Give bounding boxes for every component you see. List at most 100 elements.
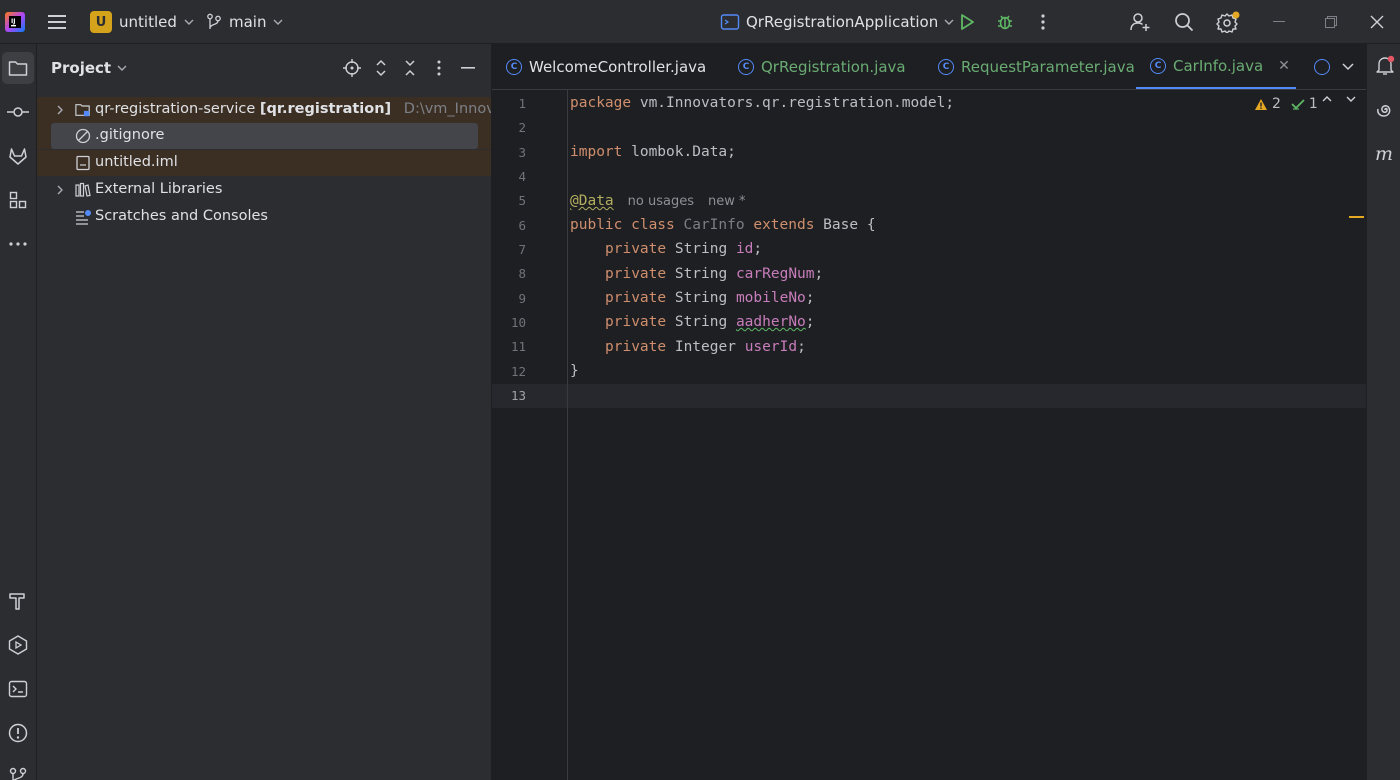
close-tab-icon[interactable]: ✕ [1278, 58, 1290, 74]
close-window-icon[interactable] [1354, 7, 1400, 37]
chevron-right-icon[interactable] [53, 103, 67, 117]
java-class-icon: C [506, 59, 522, 75]
expand-all-icon[interactable] [369, 56, 393, 80]
panel-title: Project [51, 59, 112, 77]
services-run-icon[interactable] [2, 629, 34, 661]
structure-icon[interactable] [2, 184, 34, 216]
run-icon[interactable] [952, 7, 982, 37]
line-number: 9 [518, 291, 526, 306]
tab-label: RequestParameter.java [961, 58, 1135, 76]
line-number: 11 [510, 339, 526, 354]
line-number: 12 [510, 364, 526, 379]
tree-item-scratches[interactable]: Scratches and Consoles [37, 204, 491, 230]
previous-highlight-chevron-up-icon[interactable] [1322, 96, 1332, 102]
run-configuration-selector[interactable]: QrRegistrationApplication [720, 9, 954, 35]
line-number: 5 [518, 193, 526, 208]
tab-overflow-partial[interactable] [1314, 44, 1330, 89]
notifications-bell-icon[interactable] [1371, 52, 1399, 80]
lombok-annotation: @Data [570, 193, 614, 209]
tab-welcome-controller[interactable]: C WelcomeController.java [506, 44, 706, 89]
project-view-selector[interactable]: Project [51, 59, 127, 77]
chevron-down-icon [117, 65, 127, 71]
code-line: private String carRegNum; [605, 266, 824, 282]
library-icon [75, 182, 91, 198]
left-tool-window-strip [0, 44, 37, 780]
tree-item-gitignore[interactable]: .gitignore [37, 123, 491, 149]
gitlab-icon[interactable] [2, 140, 34, 172]
line-number: 8 [518, 266, 526, 281]
main-menu-icon[interactable] [45, 11, 69, 33]
build-hammer-icon[interactable] [2, 585, 34, 617]
tree-item-label: External Libraries [95, 181, 223, 197]
tree-item-iml[interactable]: untitled.iml [37, 150, 491, 176]
collapse-all-icon[interactable] [398, 56, 422, 80]
title-bar: IJ U untitled main QrRegistrationApplica… [0, 0, 1400, 44]
minimize-window-icon[interactable] [1256, 7, 1302, 37]
version-control-icon[interactable] [2, 760, 34, 780]
editor-tab-bar: C WelcomeController.java C QrRegistratio… [492, 44, 1366, 90]
project-widget[interactable]: U untitled [88, 9, 196, 35]
chevron-down-icon [273, 19, 283, 25]
warning-icon [1255, 98, 1267, 110]
tab-qr-registration[interactable]: C QrRegistration.java [738, 44, 906, 89]
warning-stripe-marker[interactable] [1349, 216, 1364, 218]
commit-icon[interactable] [2, 96, 34, 128]
tree-item-label: .gitignore [95, 127, 165, 143]
java-class-icon: C [938, 59, 954, 75]
next-highlight-chevron-down-icon[interactable] [1346, 96, 1356, 102]
tab-request-parameter[interactable]: C RequestParameter.java [938, 44, 1135, 89]
tab-label: CarInfo.java [1173, 56, 1264, 75]
tab-list-chevron-down-icon[interactable] [1336, 55, 1360, 79]
tab-label: QrRegistration.java [761, 58, 906, 76]
line-number: 2 [518, 120, 526, 135]
ok-count: 1 [1308, 96, 1318, 112]
restore-window-icon[interactable] [1308, 7, 1354, 37]
java-class-icon: C [738, 59, 754, 75]
ignored-file-icon [75, 128, 91, 144]
more-actions-icon[interactable] [1028, 7, 1058, 37]
svg-text:IJ: IJ [11, 18, 15, 25]
code-with-me-icon[interactable] [1125, 7, 1155, 37]
line-number: 4 [518, 169, 526, 184]
code-line: private String id; [605, 241, 763, 257]
code-line: } [570, 363, 579, 379]
line-number: 3 [518, 145, 526, 160]
application-config-icon [720, 14, 740, 30]
java-class-icon [1314, 59, 1330, 75]
inspection-widget[interactable]: 2 1 [1254, 96, 1318, 112]
code-line: @Data no usages new * [570, 189, 746, 213]
search-icon[interactable] [1169, 7, 1199, 37]
options-kebab-icon[interactable] [427, 56, 451, 80]
more-tool-windows-icon[interactable] [2, 228, 34, 260]
tree-item-module[interactable]: qr-registration-service [qr.registration… [37, 97, 491, 123]
project-tool-folder-icon[interactable] [2, 52, 34, 84]
tree-item-label: Scratches and Consoles [95, 208, 268, 224]
code-line: import lombok.Data; [570, 144, 736, 160]
locate-file-icon[interactable] [340, 56, 364, 80]
code-editor[interactable]: 1 2 3 4 5 6 7 8 9 10 11 12 13 package vm… [492, 90, 1366, 780]
module-folder-icon [75, 102, 91, 118]
branch-icon [207, 13, 221, 29]
chevron-down-icon [184, 19, 194, 25]
line-number: 10 [510, 315, 526, 330]
warnings-count: 2 [1272, 96, 1281, 112]
run-config-name: QrRegistrationApplication [746, 13, 939, 31]
scratches-icon [75, 209, 91, 225]
ai-assistant-spiral-icon[interactable] [1371, 96, 1399, 124]
problems-icon[interactable] [2, 717, 34, 749]
terminal-icon[interactable] [2, 673, 34, 705]
code-line: public class CarInfo extends Base { [570, 217, 876, 233]
maven-m-icon[interactable]: m [1371, 140, 1399, 168]
line-number-gutter: 1 2 3 4 5 6 7 8 9 10 11 12 13 [492, 90, 568, 780]
hide-panel-icon[interactable] [456, 56, 480, 80]
settings-gear-icon[interactable] [1213, 7, 1243, 37]
line-number: 13 [510, 388, 526, 403]
chevron-right-icon[interactable] [53, 183, 67, 197]
debug-icon[interactable] [990, 7, 1020, 37]
tree-item-external-libraries[interactable]: External Libraries [37, 177, 491, 203]
project-name: untitled [119, 13, 177, 31]
code-line: private Integer userId; [605, 339, 806, 355]
line-number: 6 [518, 218, 526, 233]
vcs-branch-widget[interactable]: main [206, 9, 283, 35]
tab-car-info[interactable]: C CarInfo.java ✕ [1136, 44, 1296, 89]
